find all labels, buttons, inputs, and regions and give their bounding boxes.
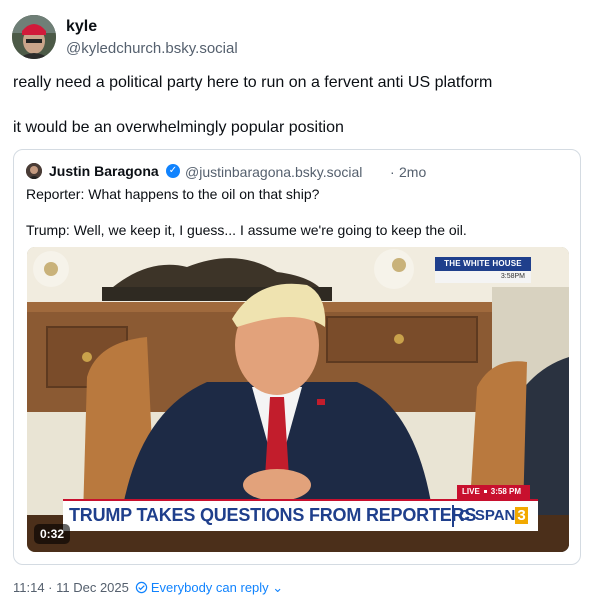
globe-reply-icon (135, 581, 148, 594)
post-footer: 11:14 · 11 Dec 2025 Everybody can reply ⌄ (13, 580, 283, 596)
chyron: TRUMP TAKES QUESTIONS FROM REPORTERS C·S… (63, 499, 538, 531)
quoted-post-time[interactable]: 2mo (399, 164, 426, 180)
white-house-bug: THE WHITE HOUSE 3:58PM (435, 257, 531, 285)
network-name: C·SPAN (459, 507, 516, 524)
meta-separator: · (390, 164, 395, 180)
live-label: LIVE (462, 487, 480, 496)
author-name[interactable]: kyle (66, 18, 97, 36)
quoted-post-text: Reporter: What happens to the oil on tha… (26, 185, 571, 239)
reply-setting[interactable]: Everybody can reply ⌄ (151, 580, 283, 595)
video-duration: 0:32 (34, 524, 71, 544)
bug-title: THE WHITE HOUSE (435, 257, 531, 271)
quoted-author-name[interactable]: Justin Baragona (49, 163, 159, 179)
author-avatar[interactable] (12, 15, 56, 59)
chyron-headline: TRUMP TAKES QUESTIONS FROM REPORTERS (69, 505, 477, 525)
post-paragraph: it would be an overwhelmingly popular po… (13, 119, 344, 136)
live-tag: LIVE 3:58 PM (457, 485, 530, 499)
quoted-author-handle[interactable]: @justinbaragona.bsky.social (185, 164, 362, 180)
post-text: really need a political party here to ru… (13, 73, 583, 138)
author-handle[interactable]: @kyledchurch.bsky.social (66, 40, 238, 57)
quoted-paragraph: Reporter: What happens to the oil on tha… (26, 186, 320, 202)
chevron-down-icon: ⌄ (268, 580, 284, 595)
quoted-paragraph: Trump: Well, we keep it, I guess... I as… (26, 222, 467, 238)
quoted-author-avatar (26, 163, 42, 179)
reply-setting-label: Everybody can reply (150, 580, 269, 595)
video-player[interactable]: THE WHITE HOUSE 3:58PM LIVE 3:58 PM TRUMP… (27, 247, 569, 552)
post-paragraph: really need a political party here to ru… (13, 74, 493, 91)
quoted-post[interactable]: Justin Baragona ✓ @justinbaragona.bsky.s… (13, 149, 581, 565)
verified-check-icon: ✓ (166, 164, 180, 178)
network-channel: 3 (515, 507, 528, 524)
live-time: 3:58 PM (490, 487, 522, 496)
chyron-divider (452, 505, 454, 527)
post: kyle @kyledchurch.bsky.social really nee… (0, 0, 595, 606)
post-timestamp[interactable]: 11:14 · 11 Dec 2025 (13, 580, 129, 595)
cspan-logo: C·SPAN 3 (459, 507, 528, 524)
bug-time: 3:58PM (435, 271, 531, 283)
